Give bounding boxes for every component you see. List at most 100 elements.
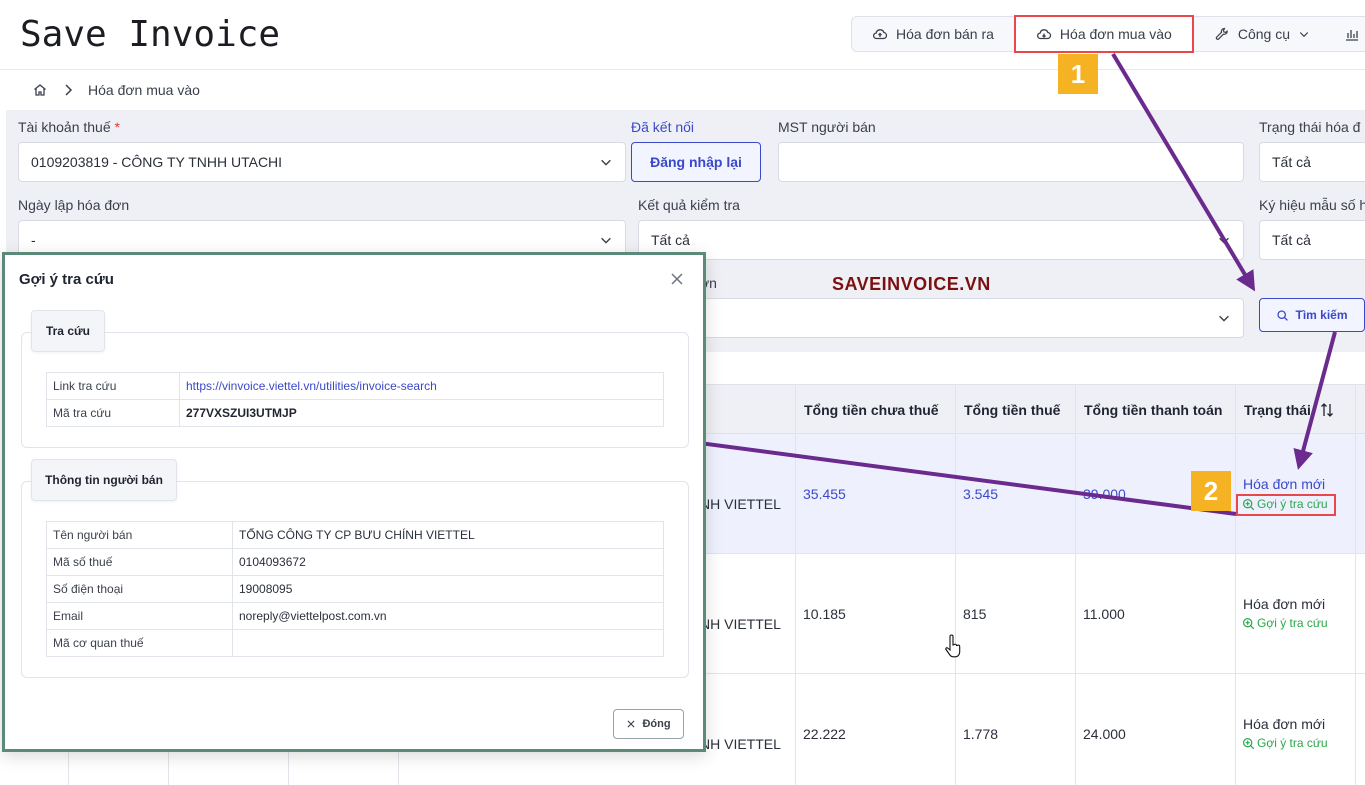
lookup-code-value: 277VXSZUI3UTMJP: [179, 399, 664, 427]
zoom-in-icon: [1243, 498, 1255, 510]
seller-name-label: Tên người bán: [46, 521, 233, 549]
bar-chart-icon: [1346, 30, 1358, 41]
app-logo[interactable]: Save Invoice: [20, 14, 280, 55]
search-button[interactable]: Tìm kiếm: [1259, 298, 1365, 332]
suggest-lookup-label: Gợi ý tra cứu: [1257, 497, 1328, 511]
nav-sales-invoices[interactable]: Hóa đơn bán ra: [852, 17, 1014, 51]
status-text: Hóa đơn mới: [1243, 716, 1326, 732]
seller-cell: NH VIETTEL: [700, 616, 781, 632]
chevron-down-icon: [601, 159, 611, 166]
check-result-select[interactable]: Tất cả: [638, 220, 1244, 260]
zoom-in-icon: [1243, 617, 1255, 629]
watermark-text: SAVEINVOICE.VN: [832, 274, 991, 294]
subtotal-cell: 22.222: [803, 726, 846, 742]
symbol-select[interactable]: Tất cả: [1259, 220, 1365, 260]
wrench-icon: [1215, 27, 1228, 40]
dialog-close-label: Đóng: [642, 718, 671, 730]
seller-phone-value: 19008095: [232, 575, 664, 603]
column-divider: [1355, 384, 1356, 785]
check-result-label: Kết quả kiểm tra: [638, 197, 740, 213]
invoice-status-select[interactable]: Tất cả: [1259, 142, 1365, 182]
nav-sales-invoices-label: Hóa đơn bán ra: [896, 26, 994, 42]
home-icon[interactable]: [32, 82, 48, 98]
tax-cell: 815: [963, 606, 987, 622]
seller-tax-id-label: Mã số thuế: [46, 548, 233, 576]
suggest-lookup-link[interactable]: Gợi ý tra cứu: [1242, 616, 1328, 630]
breadcrumb: Hóa đơn mua vào: [6, 70, 1365, 110]
status-text: Hóa đơn mới: [1243, 476, 1326, 492]
seller-tax-id-input[interactable]: [778, 142, 1244, 182]
lookup-link-label: Link tra cứu: [46, 372, 180, 400]
sort-icon[interactable]: [1319, 402, 1335, 418]
invoice-date-value: -: [31, 232, 36, 248]
partial-filter-select[interactable]: [638, 298, 1244, 338]
header-status-label: Trạng thái: [1244, 402, 1311, 418]
tax-cell: 1.778: [963, 726, 999, 742]
header-status[interactable]: Trạng thái: [1236, 385, 1335, 435]
header-total[interactable]: Tổng tiền thanh toán: [1076, 385, 1222, 435]
suggest-lookup-label: Gợi ý tra cứu: [1257, 736, 1328, 750]
column-divider: [1235, 384, 1236, 785]
chevron-down-icon: [1219, 237, 1229, 244]
seller-cell: NH VIETTEL: [700, 496, 781, 512]
nav-purchase-invoices-label: Hóa đơn mua vào: [1059, 26, 1172, 42]
nav-reports[interactable]: [1330, 17, 1360, 51]
seller-row: Số điện thoại 19008095: [46, 575, 664, 603]
total-cell: 24.000: [1083, 726, 1126, 742]
tax-account-value: 0109203819 - CÔNG TY TNHH UTACHI: [31, 154, 283, 170]
seller-phone-label: Số điện thoại: [46, 575, 233, 603]
cloud-upload-icon: [872, 29, 888, 40]
seller-row: Tên người bán TỔNG CÔNG TY CP BƯU CHÍNH V…: [46, 521, 664, 549]
close-icon[interactable]: [669, 271, 685, 287]
seller-row: Mã cơ quan thuế: [46, 629, 664, 657]
dialog-close-button[interactable]: Đóng: [613, 709, 684, 739]
check-result-value: Tất cả: [651, 232, 690, 248]
seller-cell: NH VIETTEL: [700, 736, 781, 752]
cloud-download-icon: [1036, 29, 1052, 40]
column-divider: [795, 384, 796, 785]
relogin-button[interactable]: Đăng nhập lại: [631, 142, 761, 182]
header-subtotal[interactable]: Tổng tiền chưa thuế: [796, 385, 939, 435]
suggest-lookup-link[interactable]: Gợi ý tra cứu: [1236, 494, 1336, 516]
tax-office-value: [232, 629, 664, 657]
seller-email-value: noreply@viettelpost.com.vn: [232, 602, 664, 630]
seller-group-tab: Thông tin người bán: [31, 459, 177, 501]
header-tax[interactable]: Tổng tiền thuế: [956, 385, 1060, 435]
seller-email-label: Email: [46, 602, 233, 630]
seller-tax-id-value: 0104093672: [232, 548, 664, 576]
tax-account-select[interactable]: 0109203819 - CÔNG TY TNHH UTACHI: [18, 142, 626, 182]
zoom-in-icon: [1243, 737, 1255, 749]
breadcrumb-current: Hóa đơn mua vào: [88, 82, 200, 98]
invoice-date-label: Ngày lập hóa đơn: [18, 197, 130, 213]
suggest-lookup-link[interactable]: Gợi ý tra cứu: [1242, 736, 1328, 750]
symbol-label: Ký hiệu mẫu số h: [1259, 197, 1365, 213]
connection-status: Đã kết nối: [631, 119, 695, 135]
seller-table: Tên người bán TỔNG CÔNG TY CP BƯU CHÍNH V…: [46, 521, 664, 657]
nav-purchase-invoices[interactable]: Hóa đơn mua vào: [1013, 15, 1194, 53]
total-cell: 11.000: [1083, 606, 1125, 622]
app-header: Save Invoice Hóa đơn bán ra Hóa đơn mua …: [0, 0, 1365, 70]
seller-row: Mã số thuế 0104093672: [46, 548, 664, 576]
search-icon: [1277, 309, 1289, 321]
lookup-link-value[interactable]: https://vinvoice.viettel.vn/utilities/in…: [179, 372, 664, 400]
seller-name-value: TỔNG CÔNG TY CP BƯU CHÍNH VIETTEL: [232, 521, 664, 549]
nav-tools[interactable]: Công cụ: [1194, 17, 1330, 51]
lookup-code-row: Mã tra cứu 277VXSZUI3UTMJP: [46, 399, 664, 427]
suggest-lookup-label: Gợi ý tra cứu: [1257, 616, 1328, 630]
column-divider: [1075, 384, 1076, 785]
step-badge-1: 1: [1058, 54, 1098, 94]
chevron-down-icon: [601, 237, 611, 244]
subtotal-cell: 10.185: [803, 606, 846, 622]
dialog-title: Gợi ý tra cứu: [19, 271, 114, 288]
total-cell: 39.000: [1083, 486, 1126, 502]
lookup-table: Link tra cứu https://vinvoice.viettel.vn…: [46, 372, 664, 427]
step-badge-2: 2: [1191, 471, 1231, 511]
tax-office-label: Mã cơ quan thuế: [46, 629, 233, 657]
hand-cursor-icon: [945, 634, 961, 658]
search-button-label: Tìm kiếm: [1295, 308, 1348, 322]
chevron-down-icon: [1299, 32, 1309, 38]
tax-account-label: Tài khoản thuế *: [18, 119, 120, 135]
invoice-status-label: Trạng thái hóa đ: [1259, 119, 1361, 135]
lookup-code-label: Mã tra cứu: [46, 399, 180, 427]
seller-row: Email noreply@viettelpost.com.vn: [46, 602, 664, 630]
